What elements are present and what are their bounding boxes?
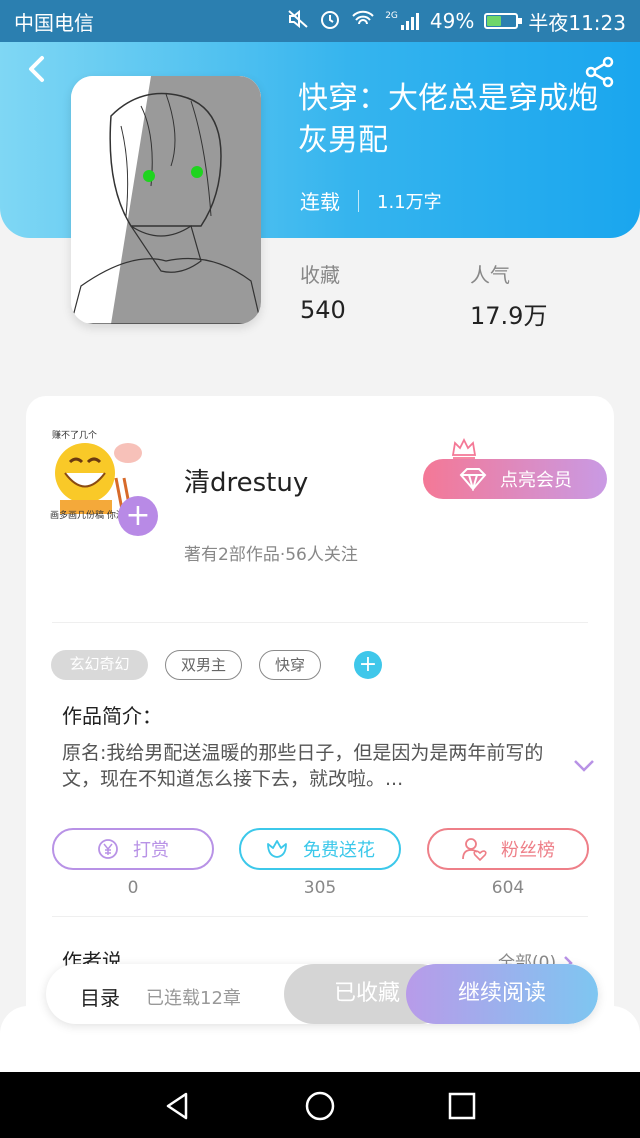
- follow-author-button[interactable]: +: [118, 496, 158, 536]
- book-meta: 连载 1.1万字: [300, 186, 442, 215]
- chevron-down-icon[interactable]: [572, 758, 596, 774]
- vip-member-button[interactable]: 点亮会员: [423, 459, 607, 499]
- fan-heart-icon: [462, 838, 487, 861]
- intro-text: 原名:我给男配送温暖的那些日子，但是因为是两年前写的文，现在不知道怎么接下去，就…: [62, 742, 544, 790]
- fans-count: 604: [491, 878, 525, 898]
- reading-action-bar: 目录 已连载12章 已收藏 继续阅读: [46, 964, 598, 1024]
- crown-icon: [451, 437, 477, 459]
- book-title: 快穿：大佬总是穿成炮灰男配: [298, 81, 598, 158]
- nav-home-icon[interactable]: [304, 1090, 336, 1122]
- signal-icon: 2G: [385, 11, 420, 31]
- tip-count: 0: [127, 878, 139, 898]
- fan-ranking-label: 粉丝榜: [501, 840, 555, 861]
- alarm-icon: [319, 8, 341, 35]
- back-arrow-icon: [29, 56, 44, 82]
- cover-illustration: [71, 76, 261, 324]
- word-count: 1.1万字: [377, 191, 442, 213]
- wifi-icon: [351, 9, 375, 34]
- book-status: 连载: [300, 190, 340, 214]
- vip-button-label: 点亮会员: [500, 470, 572, 491]
- avatar-caption-top: 赚不了几个: [52, 429, 97, 441]
- back-button[interactable]: [22, 54, 52, 84]
- flower-icon: [267, 840, 287, 858]
- battery-icon: [484, 13, 523, 29]
- meta-divider: [358, 189, 359, 212]
- intro-heading: 作品简介：: [62, 704, 162, 728]
- tip-label: 打赏: [133, 840, 169, 861]
- time-label: 半夜11:23: [528, 10, 626, 35]
- tag-double-male-lead[interactable]: 双男主: [165, 650, 242, 680]
- diamond-icon: [459, 468, 487, 491]
- nav-back-icon[interactable]: [162, 1090, 194, 1122]
- flowers-count: 305: [303, 878, 337, 898]
- card-divider-2: [52, 916, 588, 917]
- tip-button[interactable]: 打赏: [52, 828, 214, 870]
- send-flowers-label: 免费送花: [303, 840, 375, 861]
- battery-percent: 49%: [429, 9, 475, 33]
- system-nav-bar: [0, 1072, 640, 1138]
- status-bar: 中国电信 2G 49% 半夜11:23: [0, 0, 640, 42]
- continue-reading-button[interactable]: 继续阅读: [406, 964, 598, 1024]
- mute-icon: [287, 9, 309, 34]
- author-name[interactable]: 清drestuy: [184, 462, 308, 499]
- book-cover[interactable]: [71, 76, 261, 324]
- popularity-label: 人气: [470, 263, 510, 287]
- add-tag-button[interactable]: +: [354, 651, 382, 679]
- chapter-count: 已连载12章: [146, 988, 241, 1009]
- fan-ranking-button[interactable]: 粉丝榜: [427, 828, 589, 870]
- tag-quick-transmigration[interactable]: 快穿: [259, 650, 321, 680]
- popularity-count: 17.9万: [470, 302, 548, 330]
- tag-fantasy[interactable]: 玄幻奇幻: [51, 650, 148, 680]
- yen-coin-icon: [98, 839, 118, 859]
- carrier-label: 中国电信: [14, 10, 94, 35]
- toc-button[interactable]: 目录: [80, 982, 120, 1011]
- card-divider: [52, 622, 588, 623]
- favorites-count: 540: [300, 296, 346, 324]
- author-info: 著有2部作品·56人关注: [184, 545, 358, 565]
- favorites-label: 收藏: [300, 263, 340, 287]
- nav-recents-icon[interactable]: [446, 1090, 478, 1122]
- send-flowers-button[interactable]: 免费送花: [239, 828, 401, 870]
